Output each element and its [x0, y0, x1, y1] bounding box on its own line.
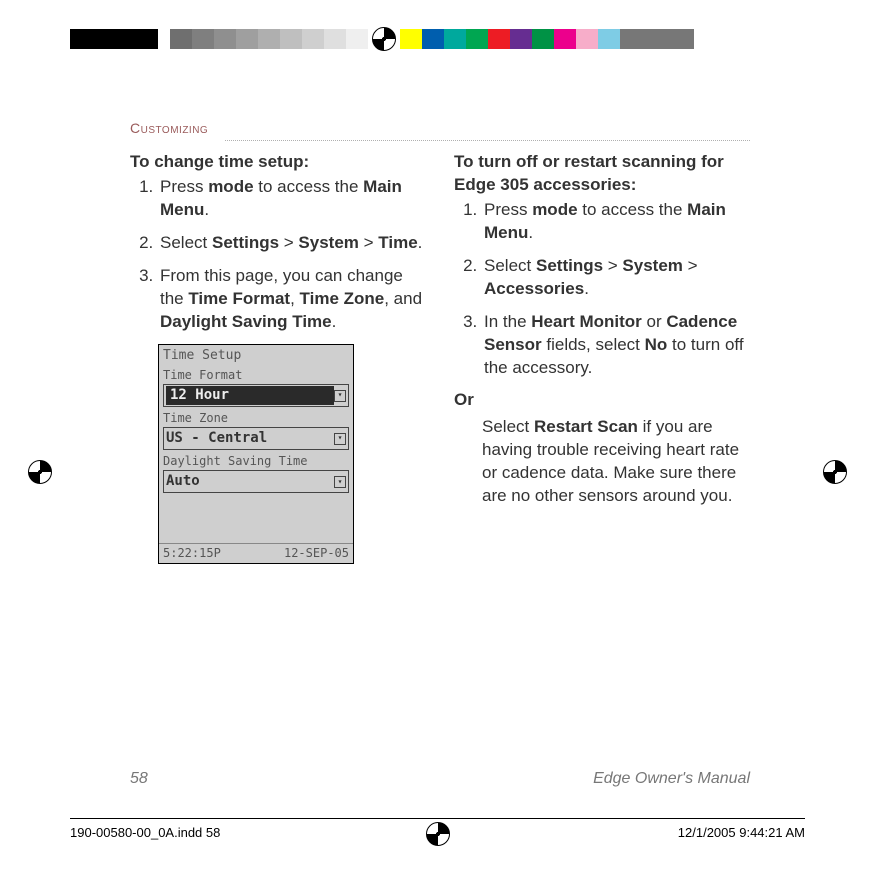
page-footer: 58 Edge Owner's Manual — [130, 770, 750, 788]
device-time: 5:22:15P — [163, 545, 221, 561]
page-content: Customizing To change time setup: Press … — [130, 120, 750, 564]
device-label: Time Zone — [159, 409, 353, 426]
dropdown-arrow-icon: ▾ — [334, 476, 346, 488]
device-label: Time Format — [159, 366, 353, 383]
header-rule — [225, 140, 750, 141]
list-item: Select Settings > System > Accessories. — [482, 255, 750, 301]
device-value: US - Central — [166, 429, 334, 448]
slug-timestamp: 12/1/2005 9:44:21 AM — [450, 825, 806, 840]
device-title: Time Setup — [159, 345, 353, 367]
list-item: Press mode to access the Main Menu. — [482, 199, 750, 245]
reg-black-block — [70, 29, 158, 49]
alt-paragraph: Select Restart Scan if you are having tr… — [454, 416, 750, 508]
left-steps: Press mode to access the Main Menu. Sele… — [130, 176, 426, 334]
device-field-time-zone: US - Central ▾ — [163, 427, 349, 450]
device-label: Daylight Saving Time — [159, 452, 353, 469]
device-field-time-format: 12 Hour ▾ — [163, 384, 349, 407]
registration-target-icon — [823, 460, 847, 484]
device-value: Auto — [166, 472, 334, 491]
right-steps: Press mode to access the Main Menu. Sele… — [454, 199, 750, 380]
right-heading: To turn off or restart scanning for Edge… — [454, 151, 750, 197]
registration-target-icon — [28, 460, 52, 484]
print-registration-top — [70, 25, 805, 53]
slug-filename: 190-00580-00_0A.indd 58 — [70, 825, 426, 840]
dropdown-arrow-icon: ▾ — [334, 390, 346, 402]
registration-target-icon — [426, 822, 450, 846]
page-number: 58 — [130, 770, 148, 788]
device-status-bar: 5:22:15P 12-SEP-05 — [159, 543, 353, 562]
device-value: 12 Hour — [166, 386, 334, 405]
printer-slug: 190-00580-00_0A.indd 58 12/1/2005 9:44:2… — [70, 818, 805, 846]
reg-color-swatches — [400, 29, 620, 49]
dropdown-arrow-icon: ▾ — [334, 433, 346, 445]
or-label: Or — [454, 389, 750, 412]
column-left: To change time setup: Press mode to acce… — [130, 151, 426, 564]
column-right: To turn off or restart scanning for Edge… — [454, 151, 750, 564]
registration-target-icon — [372, 27, 396, 51]
doc-title: Edge Owner's Manual — [593, 770, 750, 788]
reg-gray-end — [620, 29, 694, 49]
device-field-dst: Auto ▾ — [163, 470, 349, 493]
left-heading: To change time setup: — [130, 151, 426, 174]
device-screenshot: Time Setup Time Format 12 Hour ▾ Time Zo… — [158, 344, 354, 564]
section-header: Customizing — [130, 120, 750, 138]
list-item: Press mode to access the Main Menu. — [158, 176, 426, 222]
reg-gray-swatches — [170, 29, 368, 49]
list-item: In the Heart Monitor or Cadence Sensor f… — [482, 311, 750, 380]
device-date: 12-SEP-05 — [284, 545, 349, 561]
list-item: From this page, you can change the Time … — [158, 265, 426, 334]
list-item: Select Settings > System > Time. — [158, 232, 426, 255]
